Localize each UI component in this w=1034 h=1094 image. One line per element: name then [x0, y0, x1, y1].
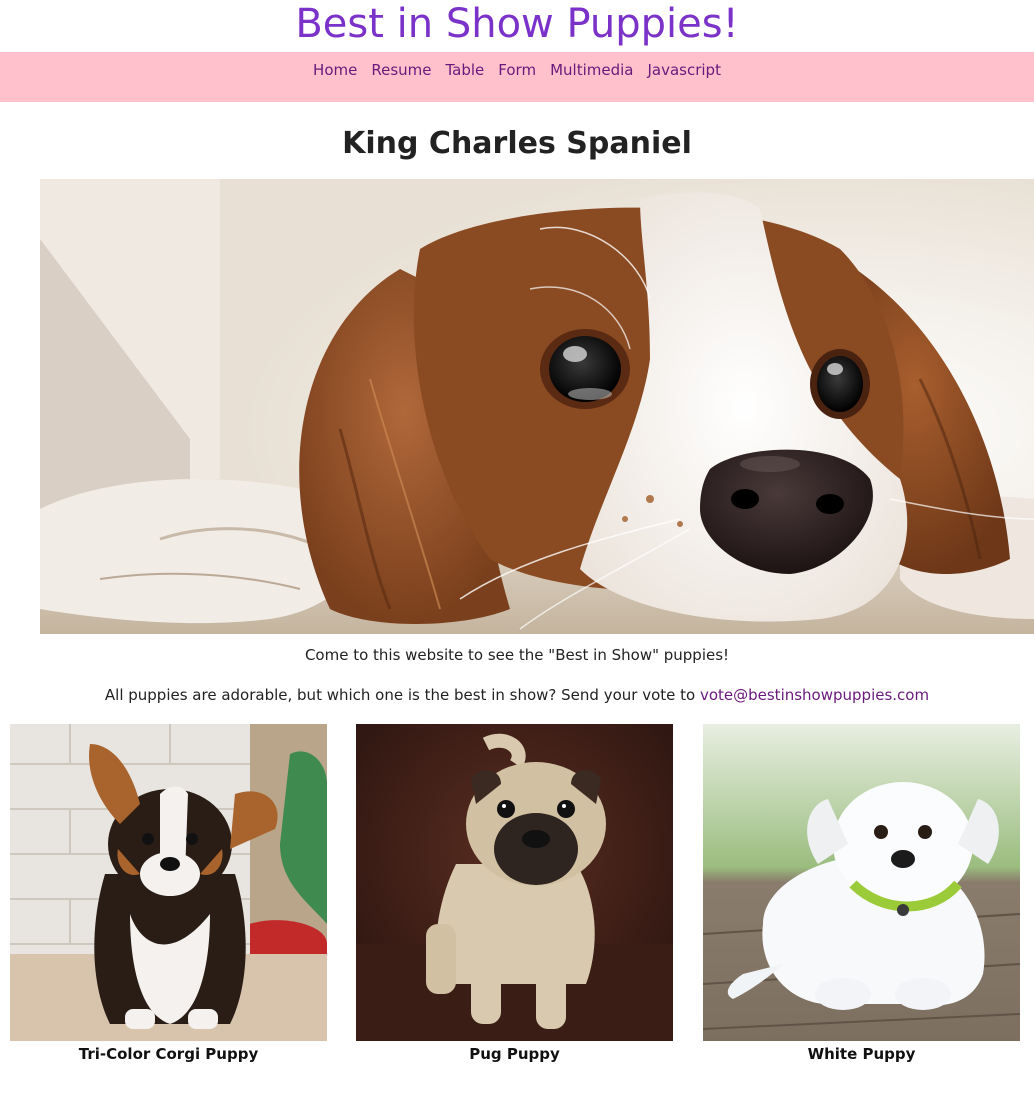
gallery-item-white-puppy: White Puppy	[703, 724, 1020, 1063]
pug-caption: Pug Puppy	[469, 1045, 560, 1063]
nav-link-home[interactable]: Home	[306, 60, 364, 80]
corgi-caption: Tri-Color Corgi Puppy	[78, 1045, 259, 1063]
nav-link-javascript[interactable]: Javascript	[640, 60, 727, 80]
hero-spaniel-photo	[40, 179, 1034, 634]
white-puppy-photo	[703, 724, 1020, 1041]
pug-photo	[356, 724, 673, 1041]
nav-link-form[interactable]: Form	[491, 60, 543, 80]
nav-link-multimedia[interactable]: Multimedia	[543, 60, 640, 80]
nav-link-resume[interactable]: Resume	[364, 60, 438, 80]
nav-link-table[interactable]: Table	[438, 60, 491, 80]
gallery-item-corgi: Tri-Color Corgi Puppy	[10, 724, 327, 1063]
page-heading: King Charles Spaniel	[342, 126, 692, 161]
intro-text: Come to this website to see the "Best in…	[304, 646, 730, 664]
main-nav: Home Resume Table Form Multimedia Javasc…	[0, 52, 1034, 102]
vote-email-link[interactable]: vote@bestinshowpuppies.com	[700, 686, 929, 704]
site-title: Best in Show Puppies!	[295, 1, 739, 47]
vote-prompt: All puppies are adorable, but which one …	[104, 686, 700, 704]
corgi-photo	[10, 724, 327, 1041]
vote-text: All puppies are adorable, but which one …	[0, 686, 1034, 704]
gallery-item-pug: Pug Puppy	[356, 724, 673, 1063]
white-puppy-caption: White Puppy	[807, 1045, 916, 1063]
